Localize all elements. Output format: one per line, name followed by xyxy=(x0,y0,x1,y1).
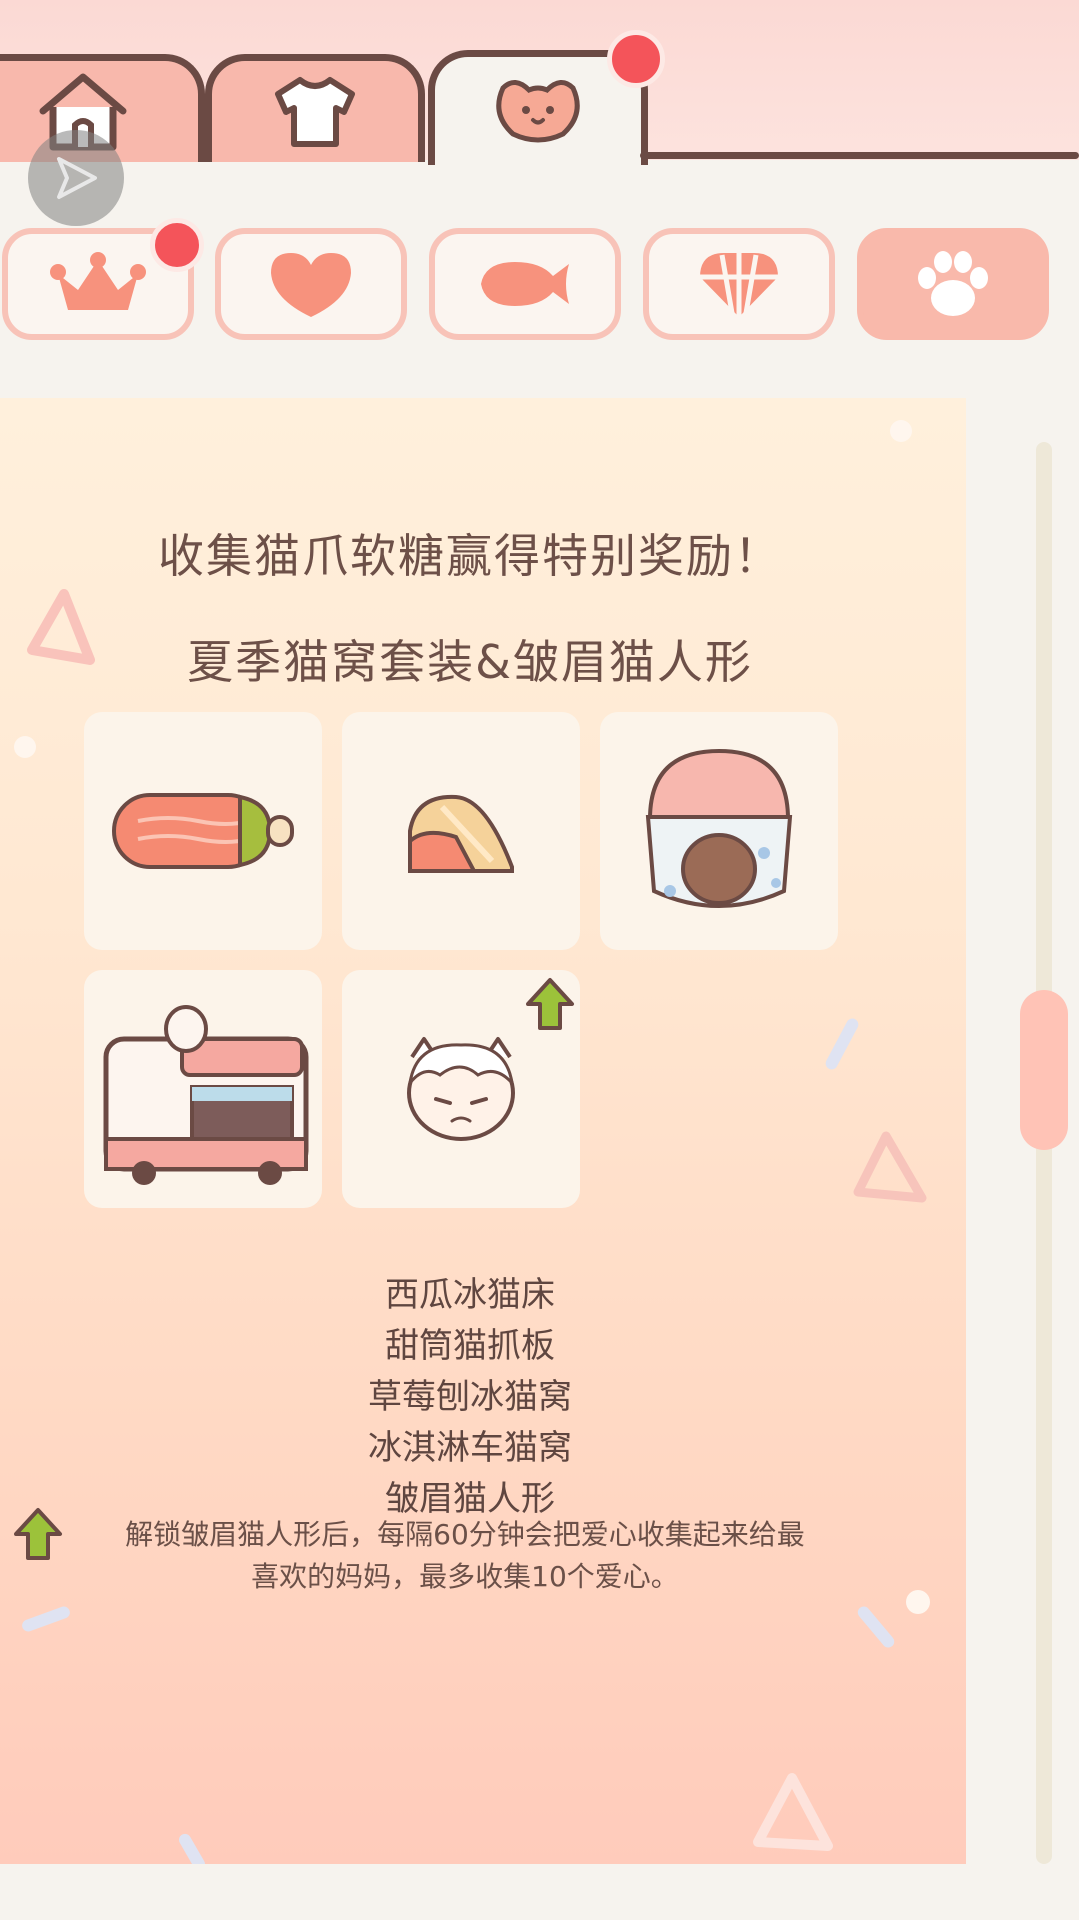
heart-icon xyxy=(271,253,351,317)
shirt-icon xyxy=(275,76,355,147)
notification-badge xyxy=(150,218,204,272)
item-name: 草莓刨冰猫窝 xyxy=(368,1377,572,1417)
sprinkle-decoration xyxy=(176,1831,208,1864)
category-tab-ball[interactable] xyxy=(643,228,835,340)
sprinkle-decoration xyxy=(855,1603,897,1651)
triangle-decoration xyxy=(853,1131,927,1203)
tab-clothes[interactable] xyxy=(205,54,425,162)
triangle-decoration xyxy=(753,1773,833,1851)
item-name-list: 西瓜冰猫床 甜筒猫抓板 草莓刨冰猫窝 冰淇淋车猫窝 皱眉猫人形 xyxy=(0,1270,940,1525)
item-name: 甜筒猫抓板 xyxy=(385,1326,555,1366)
tab-divider xyxy=(640,152,1079,159)
ice-cream-truck-icon xyxy=(103,1005,309,1185)
dot-decoration xyxy=(906,1590,930,1614)
dot-decoration xyxy=(14,736,36,758)
item-card[interactable] xyxy=(84,712,322,950)
event-panel: 收集猫爪软糖赢得特别奖励！ 夏季猫窝套装&皱眉猫人形 西瓜冰猫床 甜筒猫抓板 草… xyxy=(0,398,966,1864)
upgrade-arrow-icon xyxy=(526,978,574,1030)
cone-scratcher-icon xyxy=(408,794,514,873)
play-icon xyxy=(57,157,97,199)
item-name: 冰淇淋车猫窝 xyxy=(368,1428,572,1468)
scrollbar-thumb[interactable] xyxy=(1020,990,1068,1150)
category-tab-paw[interactable] xyxy=(857,228,1049,340)
strawberry-ice-house-icon xyxy=(645,748,793,908)
sprinkle-decoration xyxy=(823,1016,861,1072)
fish-icon xyxy=(481,262,569,306)
paw-icon xyxy=(918,251,988,316)
event-headline: 收集猫爪软糖赢得特别奖励！ xyxy=(158,529,782,583)
crown-icon xyxy=(50,252,146,310)
item-card[interactable] xyxy=(342,712,580,950)
upgrade-arrow-icon xyxy=(14,1508,62,1560)
sprinkle-decoration xyxy=(20,1604,72,1634)
frown-cat-human-icon xyxy=(407,1037,515,1141)
item-name: 西瓜冰猫床 xyxy=(385,1275,555,1315)
dot-decoration xyxy=(890,420,912,442)
scrollbar-track[interactable] xyxy=(1036,442,1052,1864)
category-tab-fish[interactable] xyxy=(429,228,621,340)
watermelon-bed-icon xyxy=(112,793,294,869)
item-card[interactable] xyxy=(600,712,838,950)
note-line: 喜欢的妈妈，最多收集10个爱心。 xyxy=(251,1560,679,1593)
note-line: 解锁皱眉猫人形后，每隔60分钟会把爱心收集起来给最 xyxy=(125,1518,805,1551)
category-tab-heart[interactable] xyxy=(215,228,407,340)
item-card[interactable] xyxy=(342,970,580,1208)
play-button[interactable] xyxy=(28,130,124,226)
unlock-note: 解锁皱眉猫人形后，每隔60分钟会把爱心收集起来给最 喜欢的妈妈，最多收集10个爱… xyxy=(70,1514,860,1598)
item-card[interactable] xyxy=(84,970,322,1208)
notification-badge xyxy=(607,30,665,88)
cat-face-icon xyxy=(496,80,580,143)
event-subtitle: 夏季猫窝套装&皱眉猫人形 xyxy=(187,635,753,689)
ball-icon xyxy=(700,253,778,317)
